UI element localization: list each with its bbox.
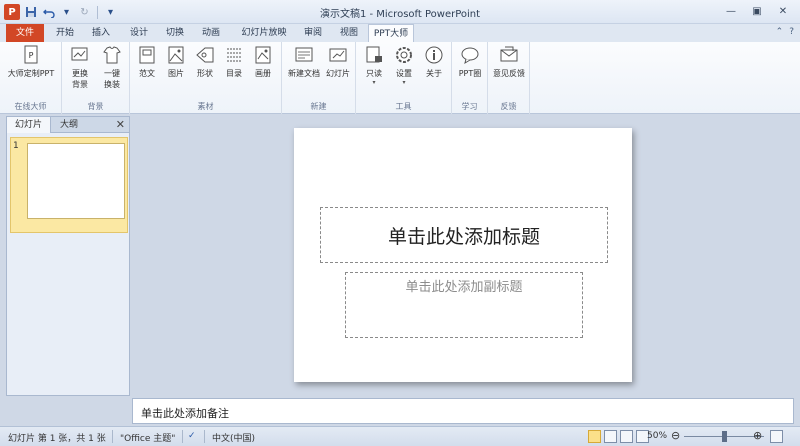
tab-ppt-master[interactable]: PPT大师 (368, 24, 414, 42)
info-icon (425, 46, 443, 64)
tab-animations[interactable]: 动画 (194, 24, 228, 42)
normal-view-icon[interactable] (588, 430, 601, 443)
theme-status[interactable]: "Office 主题" (120, 431, 175, 444)
zoom-level[interactable]: 50% (647, 431, 667, 441)
reading-view-icon[interactable] (620, 430, 633, 443)
album-icon (255, 46, 271, 64)
group-materials: 范文 图片 形状 目录 画册 素材 (130, 42, 282, 114)
status-separator (182, 430, 183, 443)
slide-count-status: 幻灯片 第 1 张，共 1 张 (8, 434, 106, 444)
group-feedback: 意见反馈 反馈 (488, 42, 530, 114)
title-placeholder[interactable]: 单击此处添加标题 (320, 207, 608, 263)
picture-button[interactable]: 图片 (163, 44, 189, 79)
zoom-out-icon[interactable]: ⊖ (671, 429, 680, 442)
chat-icon (461, 47, 479, 65)
restore-icon[interactable]: ▣ (746, 3, 768, 19)
minimize-icon[interactable]: — (720, 3, 742, 19)
toc-icon (227, 48, 241, 62)
gear-icon (396, 47, 412, 63)
readonly-button[interactable]: 只读 ▾ (360, 44, 388, 86)
new-slide-button[interactable]: 幻灯片 (324, 44, 352, 79)
group-label: 背景 (87, 102, 104, 111)
fit-to-window-icon[interactable] (770, 430, 783, 443)
one-click-dress-button[interactable]: 一键 换装 (98, 44, 126, 90)
shape-icon (196, 47, 214, 63)
subtitle-placeholder[interactable]: 单击此处添加副标题 (345, 272, 583, 338)
close-icon[interactable]: ✕ (772, 3, 794, 19)
group-label: 工具 (395, 102, 412, 111)
group-background: 更换 背景 一键 换装 背景 (62, 42, 130, 114)
help-icon[interactable]: ? (789, 27, 794, 37)
group-label: 新建 (310, 102, 327, 111)
tab-view[interactable]: 视图 (332, 24, 366, 42)
title-bar: P ▾ ↻ ▾ 演示文稿1 - Microsoft PowerPoint — ▣… (0, 0, 800, 24)
zoom-slider-thumb[interactable] (722, 431, 727, 442)
slide-icon (329, 48, 347, 62)
tab-home[interactable]: 开始 (48, 24, 82, 42)
about-button[interactable]: 关于 (420, 44, 448, 79)
tab-review[interactable]: 审阅 (296, 24, 330, 42)
template-icon (139, 46, 155, 64)
template-button[interactable]: 范文 (134, 44, 160, 79)
tab-outline[interactable]: 大纲 (51, 117, 87, 133)
change-background-button[interactable]: 更换 背景 (66, 44, 94, 90)
album-button[interactable]: 画册 (250, 44, 276, 79)
group-label: 学习 (461, 102, 478, 111)
svg-text:P: P (29, 51, 34, 60)
ribbon: P 大师定制PPT 在线大师 更换 背景 一键 换装 背景 范文 图片 形状 目… (0, 42, 800, 114)
shape-button[interactable]: 形状 (192, 44, 218, 79)
group-online-master: P 大师定制PPT 在线大师 (0, 42, 62, 114)
group-label: 在线大师 (14, 102, 47, 111)
new-doc-icon (295, 47, 313, 62)
status-separator (204, 430, 205, 443)
mail-icon (500, 46, 518, 62)
dropdown-arrow-icon: ▾ (402, 79, 406, 86)
slide-number: 1 (13, 141, 19, 151)
tab-transitions[interactable]: 切换 (158, 24, 192, 42)
language-status[interactable]: 中文(中国) (212, 431, 255, 444)
group-tools: 只读 ▾ 设置 ▾ 关于 工具 (356, 42, 452, 114)
lock-doc-icon (366, 46, 382, 63)
background-icon (71, 47, 88, 61)
spellcheck-icon[interactable]: ✓ (188, 431, 196, 441)
picture-icon (168, 46, 184, 64)
slide-sorter-icon[interactable] (604, 430, 617, 443)
slide-editing-area: 单击此处添加标题 单击此处添加副标题 (132, 116, 794, 396)
window-title: 演示文稿1 - Microsoft PowerPoint (319, 9, 481, 20)
slide-canvas[interactable]: 单击此处添加标题 单击此处添加副标题 (294, 128, 632, 382)
panel-tabs: 幻灯片 大纲 ✕ (7, 117, 129, 133)
dropdown-arrow-icon: ▾ (372, 79, 376, 86)
slide-thumbnail-selected[interactable] (10, 137, 128, 233)
group-new: 新建文档 幻灯片 新建 (282, 42, 356, 114)
tab-design[interactable]: 设计 (122, 24, 156, 42)
group-learn: PPT圈 学习 (452, 42, 488, 114)
slide-thumbnail[interactable] (27, 143, 125, 219)
status-separator (112, 430, 113, 443)
new-document-button[interactable]: 新建文档 (286, 44, 322, 79)
zoom-in-icon[interactable]: ⊕ (753, 429, 762, 442)
tab-file[interactable]: 文件 (6, 24, 44, 42)
ppt-doc-icon: P (24, 45, 38, 64)
tab-insert[interactable]: 插入 (84, 24, 118, 42)
close-panel-icon[interactable]: ✕ (116, 118, 125, 131)
group-label: 素材 (197, 102, 214, 111)
slides-panel: 幻灯片 大纲 ✕ 1 (6, 116, 130, 396)
tab-slideshow[interactable]: 幻灯片放映 (234, 24, 294, 42)
feedback-button[interactable]: 意见反馈 (490, 44, 528, 79)
toc-button[interactable]: 目录 (221, 44, 247, 79)
tab-slides[interactable]: 幻灯片 (7, 117, 51, 133)
status-bar: 幻灯片 第 1 张，共 1 张 "Office 主题" ✓ 中文(中国) 50%… (0, 426, 800, 446)
ribbon-tab-row: 文件 开始 插入 设计 切换 动画 幻灯片放映 审阅 视图 PPT大师 ⌃ ? (0, 24, 800, 42)
shirt-icon (103, 46, 121, 64)
notes-pane[interactable]: 单击此处添加备注 (132, 398, 794, 424)
settings-button[interactable]: 设置 ▾ (390, 44, 418, 86)
ppt-circle-button[interactable]: PPT圈 (454, 44, 486, 79)
master-custom-ppt-button[interactable]: P 大师定制PPT (4, 44, 58, 79)
collapse-ribbon-icon[interactable]: ⌃ (776, 27, 784, 37)
group-label: 反馈 (500, 102, 517, 111)
